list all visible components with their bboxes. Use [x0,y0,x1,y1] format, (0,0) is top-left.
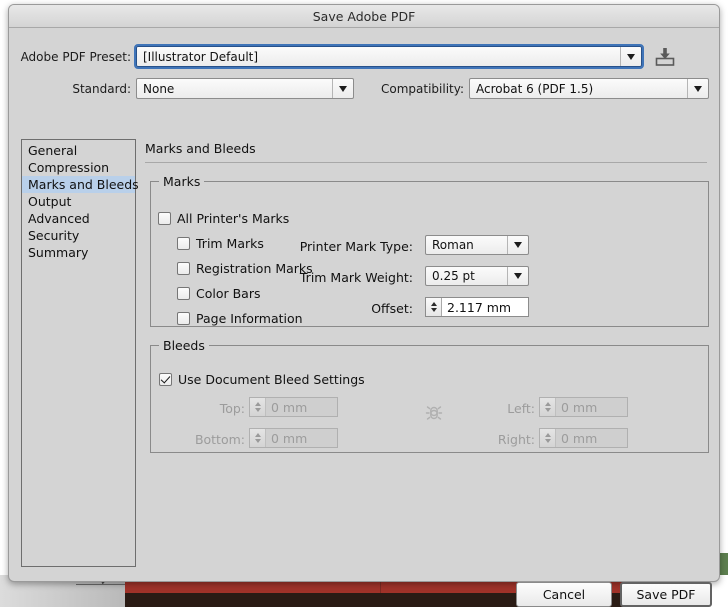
all-printers-marks-label: All Printer's Marks [177,211,290,226]
printer-mark-type-dropdown[interactable]: Roman [425,235,529,255]
offset-field[interactable]: 2.117 mm [425,297,529,317]
marks-group: Marks All Printer's Marks Trim Marks Reg… [150,174,709,327]
marks-group-legend: Marks [163,174,201,189]
bleed-top-label: Top: [219,401,245,416]
standard-value: None [143,81,175,96]
page-information-checkbox-row[interactable]: Page Information [177,311,303,326]
bleed-bottom-label: Bottom: [194,432,245,447]
use-document-bleed-checkbox-row[interactable]: Use Document Bleed Settings [159,372,365,387]
save-pdf-button-label: Save PDF [636,587,696,602]
standard-compatibility-row: Standard: None Compatibility: Acrobat 6 … [9,78,721,99]
stepper-down-icon [430,308,437,312]
use-document-bleed-checkbox[interactable] [159,373,172,386]
offset-value[interactable]: 2.117 mm [442,298,528,316]
sidebar-item-compression[interactable]: Compression [22,159,135,176]
all-printers-marks-checkbox-row[interactable]: All Printer's Marks [158,211,289,226]
sidebar-item-security[interactable]: Security [22,227,135,244]
bleed-right-stepper[interactable] [540,429,556,447]
preset-row: Adobe PDF Preset: [Illustrator Default] [9,44,721,69]
printer-mark-type-value: Roman [432,238,474,252]
bleed-top-value[interactable]: 0 mm [266,398,337,416]
bleed-right-field[interactable]: 0 mm [539,428,628,448]
printer-mark-type-label: Printer Mark Type: [299,239,413,254]
stepper-down-icon [254,408,261,412]
registration-marks-checkbox[interactable] [177,262,190,275]
bleed-left-value[interactable]: 0 mm [556,398,627,416]
bleed-left-label: Left: [507,401,535,416]
sidebar-item-general[interactable]: General [22,142,135,159]
bleeds-group-legend: Bleeds [163,338,205,353]
stepper-up-icon [544,402,551,406]
cancel-button[interactable]: Cancel [516,582,612,607]
ruler-guide-line [76,584,130,585]
color-bars-label: Color Bars [196,286,261,301]
trim-marks-checkbox[interactable] [177,237,190,250]
sidebar-item-marks-and-bleeds[interactable]: Marks and Bleeds [22,176,139,193]
dialog-titlebar[interactable]: Save Adobe PDF [9,5,719,28]
save-pdf-button[interactable]: Save PDF [620,582,712,607]
chevron-down-icon[interactable] [620,47,641,66]
sidebar-item-advanced[interactable]: Advanced [22,210,135,227]
sidebar-item-output[interactable]: Output [22,193,135,210]
color-bars-checkbox-row[interactable]: Color Bars [177,286,261,301]
use-document-bleed-label: Use Document Bleed Settings [178,372,365,387]
standard-dropdown[interactable]: None [136,78,354,99]
trim-mark-weight-label: Trim Mark Weight: [299,270,413,285]
stepper-down-icon [544,408,551,412]
stepper-up-icon [254,402,261,406]
settings-category-list[interactable]: General Compression Marks and Bleeds Out… [21,139,139,567]
save-preset-icon[interactable] [654,47,676,67]
stepper-down-icon [544,439,551,443]
compatibility-label: Compatibility: [380,81,464,96]
compatibility-value: Acrobat 6 (PDF 1.5) [476,81,594,96]
chevron-down-icon[interactable] [507,267,528,285]
trim-marks-checkbox-row[interactable]: Trim Marks [177,236,264,251]
sidebar-item-summary[interactable]: Summary [22,244,135,261]
dialog-title: Save Adobe PDF [312,8,416,24]
color-bars-checkbox[interactable] [177,287,190,300]
bleed-top-field[interactable]: 0 mm [249,397,338,417]
bleed-left-field[interactable]: 0 mm [539,397,628,417]
trim-mark-weight-dropdown[interactable]: 0.25 pt [425,266,529,286]
panel-title-divider [145,162,707,163]
chevron-down-icon[interactable] [687,79,708,98]
preset-value: [Illustrator Default] [143,49,259,64]
bleed-right-label: Right: [497,432,535,447]
bleed-left-stepper[interactable] [540,398,556,416]
chevron-down-icon[interactable] [332,79,353,98]
standard-label: Standard: [72,81,131,96]
bleed-bottom-stepper[interactable] [250,429,266,447]
trim-marks-label: Trim Marks [196,236,264,251]
bleed-top-stepper[interactable] [250,398,266,416]
offset-label: Offset: [371,301,413,316]
all-printers-marks-checkbox[interactable] [158,212,171,225]
page-information-checkbox[interactable] [177,312,190,325]
chevron-down-icon[interactable] [507,236,528,254]
stepper-up-icon [254,433,261,437]
stepper-up-icon [544,433,551,437]
preset-label: Adobe PDF Preset: [20,49,131,64]
page-information-label: Page Information [196,311,303,326]
offset-stepper[interactable] [426,298,442,316]
panel-title: Marks and Bleeds [145,141,256,156]
trim-mark-weight-value: 0.25 pt [432,269,475,283]
bleeds-group: Bleeds Use Document Bleed Settings Top: … [150,338,709,453]
save-adobe-pdf-dialog: Save Adobe PDF Adobe PDF Preset: [Illust… [8,4,721,607]
bleed-bottom-value[interactable]: 0 mm [266,429,337,447]
stepper-up-icon [430,302,437,306]
adobe-pdf-preset-dropdown[interactable]: [Illustrator Default] [134,44,644,69]
compatibility-dropdown[interactable]: Acrobat 6 (PDF 1.5) [469,78,709,99]
bleed-bottom-field[interactable]: 0 mm [249,428,338,448]
bleed-right-value[interactable]: 0 mm [556,429,627,447]
link-chain-icon[interactable] [421,400,447,426]
cancel-button-label: Cancel [542,587,586,602]
stepper-down-icon [254,439,261,443]
